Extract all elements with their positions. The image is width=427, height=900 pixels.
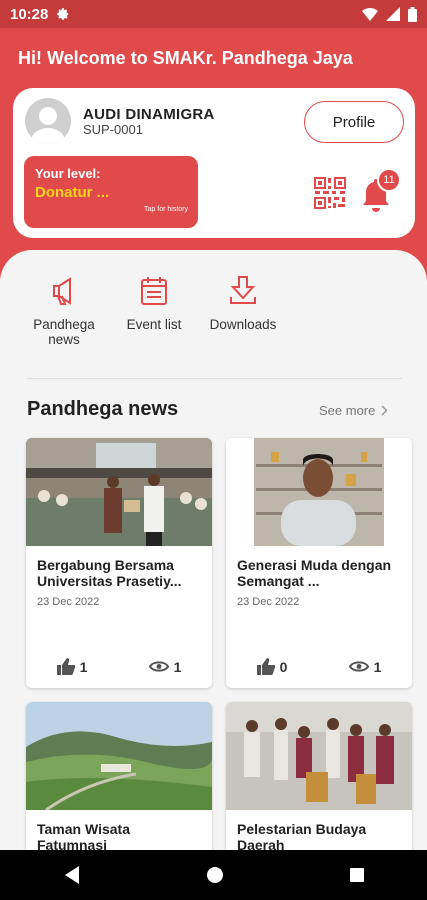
megaphone-icon: [53, 277, 71, 305]
battery-icon: [408, 6, 417, 22]
views-stat: 1: [348, 658, 382, 675]
likes-count: 0: [279, 658, 288, 675]
views-count: 1: [173, 658, 182, 675]
news-title: Taman Wisata Fatumnasi: [37, 821, 130, 853]
level-value: Donatur ...: [35, 184, 110, 201]
eye-icon: [148, 661, 169, 672]
news-stats: 1 1: [26, 658, 212, 675]
likes-stat[interactable]: 0: [256, 658, 288, 675]
level-hint: Tap for history: [144, 206, 188, 213]
views-stat: 1: [148, 658, 182, 675]
menu-item-pandhega-news[interactable]: Pandhega news: [19, 275, 109, 347]
status-time: 10:28: [10, 5, 49, 23]
avatar-body: [31, 128, 65, 144]
news-title: Bergabung Bersama Universitas Prasetiy..…: [37, 557, 182, 589]
avatar[interactable]: [25, 98, 71, 144]
news-stats: 0 1: [226, 658, 412, 675]
see-more-label: See more: [319, 403, 376, 418]
news-image: [26, 702, 212, 810]
notification-badge: 11: [377, 168, 401, 192]
views-count: 1: [373, 658, 382, 675]
likes-stat[interactable]: 1: [56, 658, 88, 675]
see-more-link[interactable]: See more: [319, 403, 388, 418]
news-image: [226, 702, 412, 810]
calendar-icon: [141, 277, 167, 305]
download-icon: [230, 276, 256, 304]
level-label: Your level:: [35, 166, 101, 181]
menu-label: Pandhega news: [33, 317, 95, 347]
qr-code-icon[interactable]: [313, 176, 347, 210]
news-image: [226, 438, 412, 546]
signal-icon: [386, 7, 400, 21]
profile-button[interactable]: Profile: [304, 101, 404, 143]
user-name: AUDI DINAMIGRA: [83, 106, 215, 123]
menu-label: Event list: [126, 317, 182, 332]
thumbs-up-icon: [256, 658, 275, 675]
avatar-head: [39, 107, 57, 125]
profile-card: AUDI DINAMIGRA SUP-0001 Profile Your lev…: [13, 88, 415, 238]
news-image: [26, 438, 212, 546]
news-card[interactable]: Generasi Muda dengan Semangat ... 23 Dec…: [226, 438, 412, 688]
news-card[interactable]: Bergabung Bersama Universitas Prasetiy..…: [26, 438, 212, 688]
menu-label: Downloads: [209, 317, 277, 332]
status-bar: 10:28: [0, 0, 427, 28]
news-title: Generasi Muda dengan Semangat ...: [237, 557, 392, 589]
chevron-right-icon: [381, 405, 388, 416]
wifi-icon: [362, 8, 378, 21]
thumbs-up-icon: [56, 658, 75, 675]
likes-count: 1: [79, 658, 88, 675]
news-date: 23 Dec 2022: [37, 596, 100, 608]
news-card[interactable]: Taman Wisata Fatumnasi: [26, 702, 212, 862]
news-title: Pelestarian Budaya Daerah: [237, 821, 367, 853]
back-icon[interactable]: [63, 865, 81, 885]
quick-menu: Pandhega news Event list Downloads: [0, 275, 427, 365]
user-id: SUP-0001: [83, 122, 143, 137]
news-date: 23 Dec 2022: [237, 596, 300, 608]
menu-item-downloads[interactable]: Downloads: [198, 275, 288, 332]
menu-item-event-list[interactable]: Event list: [109, 275, 199, 332]
level-box[interactable]: Your level: Donatur ... Tap for history: [24, 156, 198, 228]
section-title: Pandhega news: [27, 398, 179, 420]
settings-icon: [57, 8, 69, 20]
content-panel: Pandhega news Event list Downloads Pandh…: [0, 250, 427, 862]
system-nav-bar: [0, 850, 427, 900]
news-card[interactable]: Pelestarian Budaya Daerah: [226, 702, 412, 862]
welcome-title: Hi! Welcome to SMAKr. Pandhega Jaya: [18, 48, 353, 68]
divider: [27, 378, 402, 379]
recents-icon[interactable]: [349, 867, 365, 883]
eye-icon: [348, 661, 369, 672]
home-icon[interactable]: [206, 866, 224, 884]
